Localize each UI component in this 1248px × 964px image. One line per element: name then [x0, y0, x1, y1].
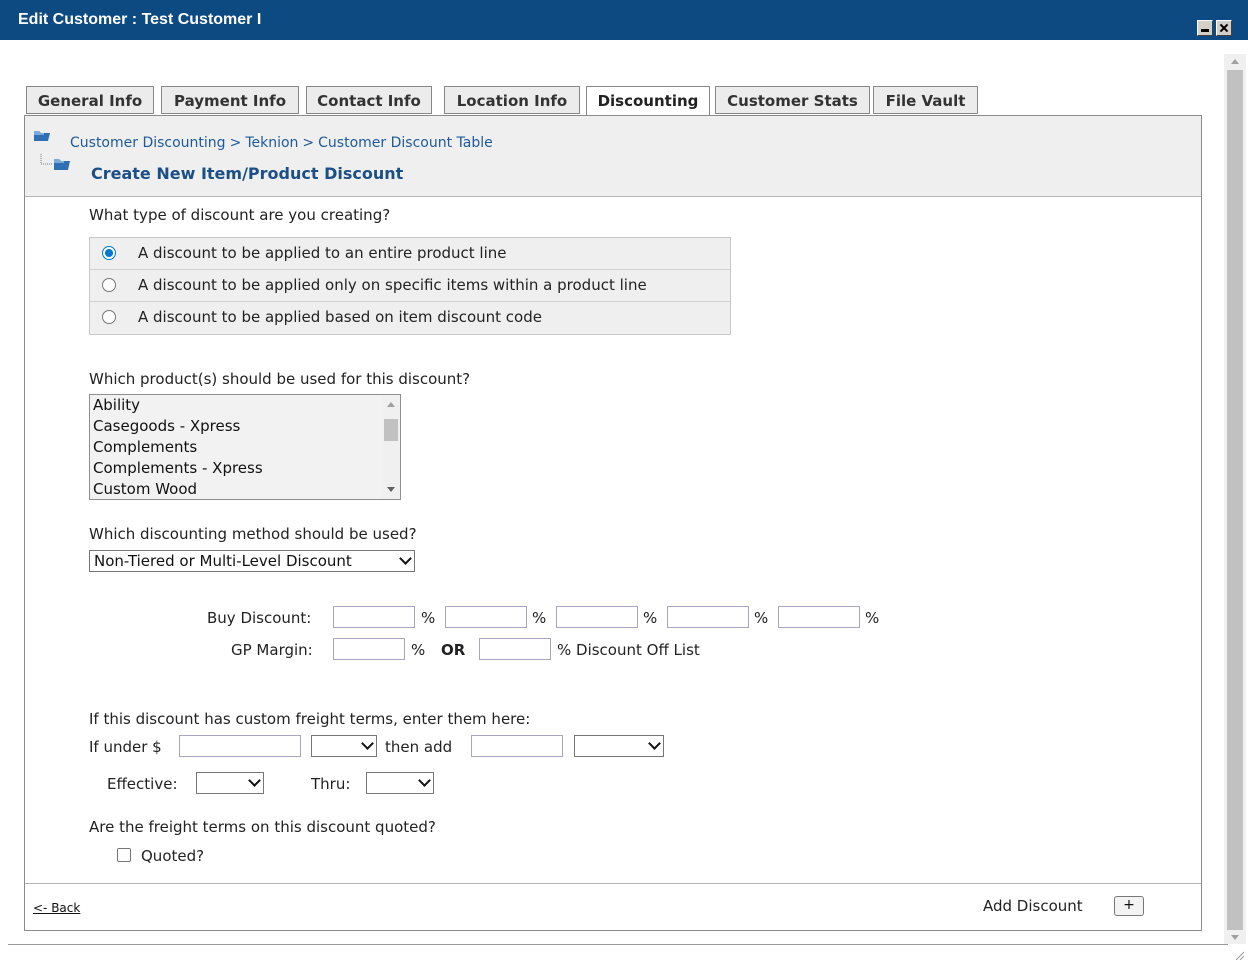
buy-discount-input-1[interactable]: [333, 606, 415, 628]
radio-label: A discount to be applied based on item d…: [138, 308, 542, 326]
radio-label: A discount to be applied to an entire pr…: [138, 244, 507, 262]
list-item[interactable]: Custom Wood: [90, 479, 400, 499]
radio-button-selected[interactable]: [102, 246, 116, 260]
buy-discount-label: Buy Discount:: [207, 609, 312, 627]
breadcrumb-item-teknion[interactable]: Teknion: [245, 135, 298, 151]
resize-grip-icon[interactable]: [1234, 950, 1244, 960]
radio-label: A discount to be applied only on specifi…: [138, 276, 647, 294]
percent-sign: %: [865, 609, 880, 627]
products-listbox[interactable]: Ability Casegoods - Xpress Complements C…: [89, 394, 401, 500]
freight-amount-input[interactable]: [179, 735, 301, 757]
tab-customer-stats[interactable]: Customer Stats: [715, 86, 870, 114]
chevron-down-icon: [248, 774, 261, 787]
breadcrumb-item-customer-discounting[interactable]: Customer Discounting: [70, 135, 226, 151]
folder-icon: [34, 131, 50, 141]
list-item[interactable]: Ability: [90, 395, 400, 416]
discount-off-list-input[interactable]: [479, 638, 551, 660]
method-question: Which discounting method should be used?: [89, 525, 417, 543]
breadcrumb-item-customer-discount-table[interactable]: Customer Discount Table: [318, 135, 493, 151]
freight-question: If this discount has custom freight term…: [89, 710, 531, 728]
discount-method-select[interactable]: Non-Tiered or Multi-Level Discount: [89, 550, 415, 572]
page-title: Create New Item/Product Discount: [91, 164, 404, 183]
quoted-checkbox[interactable]: [117, 848, 131, 862]
freight-add-unit-select[interactable]: [574, 735, 664, 757]
buy-discount-input-2[interactable]: [445, 606, 527, 628]
panel-header: Customer Discounting > Teknion > Customer Di…: [25, 116, 1201, 197]
effective-select[interactable]: [196, 772, 264, 794]
radio-button[interactable]: [102, 310, 116, 324]
radio-option-discount-code[interactable]: A discount to be applied based on item d…: [90, 302, 730, 334]
buy-discount-input-5[interactable]: [778, 606, 860, 628]
discount-method-value: Non-Tiered or Multi-Level Discount: [94, 552, 352, 570]
radio-option-product-line[interactable]: A discount to be applied to an entire pr…: [90, 238, 730, 270]
radio-button[interactable]: [102, 278, 116, 292]
if-under-label: If under $: [89, 738, 162, 756]
discount-type-question: What type of discount are you creating?: [89, 206, 391, 224]
window-title-bar: Edit Customer : Test Customer I: [0, 0, 1248, 40]
listbox-scrollbar[interactable]: [382, 395, 400, 499]
buy-discount-input-4[interactable]: [667, 606, 749, 628]
tab-file-vault[interactable]: File Vault: [873, 86, 978, 114]
buy-discount-input-3[interactable]: [556, 606, 638, 628]
scroll-up-icon[interactable]: [1231, 59, 1239, 64]
breadcrumb: Customer Discounting > Teknion > Customer Di…: [70, 135, 493, 151]
percent-sign: %: [411, 641, 426, 659]
scrollbar-thumb[interactable]: [1227, 70, 1243, 930]
chevron-down-icon: [399, 552, 412, 565]
freight-operator-select[interactable]: [311, 735, 377, 757]
quoted-question: Are the freight terms on this discount q…: [89, 818, 436, 836]
quoted-checkbox-label: Quoted?: [141, 847, 205, 865]
panel-footer: <- Back Add Discount +: [25, 883, 1201, 930]
then-add-label: then add: [385, 738, 453, 756]
thru-label: Thru:: [311, 775, 351, 793]
add-discount-button[interactable]: +: [1114, 896, 1144, 916]
gp-margin-label: GP Margin:: [231, 641, 313, 659]
tab-discounting[interactable]: Discounting: [586, 86, 710, 116]
tab-general-info[interactable]: General Info: [26, 86, 154, 114]
close-icon[interactable]: [1216, 20, 1232, 36]
products-question: Which product(s) should be used for this…: [89, 370, 471, 388]
thru-select[interactable]: [366, 772, 434, 794]
tab-payment-info[interactable]: Payment Info: [161, 86, 299, 114]
freight-add-input[interactable]: [471, 735, 563, 757]
percent-sign: %: [754, 609, 769, 627]
discounting-panel: Customer Discounting > Teknion > Customer Di…: [24, 115, 1202, 931]
radio-option-specific-items[interactable]: A discount to be applied only on specifi…: [90, 270, 730, 302]
listbox-scroll-thumb[interactable]: [384, 419, 398, 441]
minimize-icon[interactable]: [1197, 20, 1213, 36]
scroll-down-icon[interactable]: [1231, 935, 1239, 940]
chevron-down-icon: [418, 774, 431, 787]
gp-margin-input[interactable]: [333, 638, 405, 660]
or-label: OR: [441, 641, 466, 659]
list-item[interactable]: Complements: [90, 437, 400, 458]
tab-contact-info[interactable]: Contact Info: [306, 86, 432, 114]
add-discount-label: Add Discount: [983, 897, 1083, 915]
page-scrollbar[interactable]: [1224, 54, 1246, 944]
window-title: Edit Customer : Test Customer I: [18, 11, 262, 28]
effective-label: Effective:: [107, 775, 178, 793]
chevron-down-icon: [648, 737, 661, 750]
scroll-down-icon[interactable]: [387, 487, 395, 492]
list-item[interactable]: Complements - Xpress: [90, 458, 400, 479]
chevron-down-icon: [361, 737, 374, 750]
window-bottom-border: [8, 944, 1228, 945]
list-item[interactable]: Casegoods - Xpress: [90, 416, 400, 437]
scroll-up-icon[interactable]: [387, 402, 395, 407]
percent-sign: %: [532, 609, 547, 627]
discount-type-radio-group: A discount to be applied to an entire pr…: [89, 237, 731, 335]
percent-sign: %: [643, 609, 658, 627]
tab-location-info[interactable]: Location Info: [444, 86, 580, 114]
discount-off-list-label: % Discount Off List: [557, 641, 700, 659]
back-link[interactable]: <- Back: [33, 901, 80, 915]
tree-folder-icon: [40, 154, 70, 170]
percent-sign: %: [421, 609, 436, 627]
